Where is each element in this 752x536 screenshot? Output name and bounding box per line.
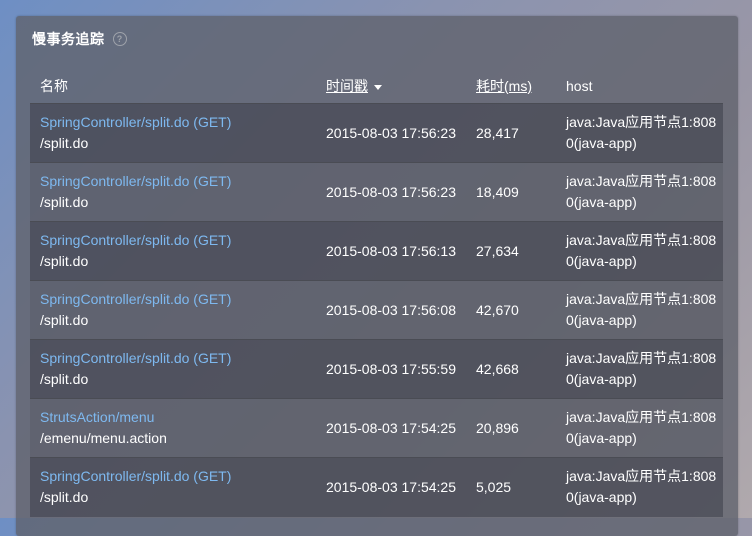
transaction-name-cell: SpringController/split.do (GET) /split.do <box>30 281 316 340</box>
duration-cell: 5,025 <box>476 478 512 495</box>
transaction-name-cell: SpringController/split.do (GET) /split.do <box>30 458 316 517</box>
table-row: SpringController/split.do (GET) /split.do… <box>30 280 723 340</box>
host-cell: java:Java应用节点1:8080(java-app) <box>566 291 717 328</box>
transaction-link[interactable]: SpringController/split.do (GET) <box>40 289 316 310</box>
sort-desc-icon <box>374 84 382 90</box>
timestamp-cell: 2015-08-03 17:54:25 <box>326 478 456 495</box>
timestamp-cell: 2015-08-03 17:54:25 <box>326 419 456 436</box>
timestamp-cell: 2015-08-03 17:55:59 <box>326 360 456 377</box>
transaction-link[interactable]: SpringController/split.do (GET) <box>40 466 316 487</box>
duration-cell: 28,417 <box>476 124 519 141</box>
column-header-timestamp[interactable]: 时间戳 <box>316 69 466 104</box>
table-header-row: 名称 时间戳 耗时(ms) host <box>30 69 723 104</box>
question-circle-icon[interactable]: ? <box>112 32 127 46</box>
transaction-path: /split.do <box>40 135 89 151</box>
duration-cell: 27,634 <box>476 242 519 259</box>
table-row: SpringController/split.do (GET) /split.do… <box>30 457 723 517</box>
transaction-name-cell: SpringController/split.do (GET) /split.do <box>30 222 316 281</box>
transaction-link[interactable]: StrutsAction/menu <box>40 407 316 428</box>
duration-cell: 20,896 <box>476 419 519 436</box>
slow-transactions-panel: 慢事务追踪 ? 名称 时间戳 耗时(ms) host SpringControl… <box>16 16 738 536</box>
transaction-link[interactable]: SpringController/split.do (GET) <box>40 171 316 192</box>
column-header-name: 名称 <box>40 78 68 94</box>
host-cell: java:Java应用节点1:8080(java-app) <box>566 173 717 210</box>
host-cell: java:Java应用节点1:8080(java-app) <box>566 468 717 506</box>
panel-title: 慢事务追踪 <box>32 31 105 47</box>
timestamp-cell: 2015-08-03 17:56:23 <box>326 183 456 200</box>
transaction-name-cell: SpringController/split.do (GET) /split.do <box>30 340 316 399</box>
column-header-host: host <box>566 78 593 94</box>
transaction-path: /split.do <box>40 312 89 328</box>
host-cell: java:Java应用节点1:8080(java-app) <box>566 114 717 151</box>
transaction-path: /split.do <box>40 489 89 506</box>
transaction-path: /emenu/menu.action <box>40 430 167 446</box>
transaction-link[interactable]: SpringController/split.do (GET) <box>40 348 316 369</box>
transaction-path: /split.do <box>40 253 89 269</box>
transaction-name-cell: StrutsAction/menu/emenu/menu.action <box>30 399 316 458</box>
panel-header: 慢事务追踪 ? <box>32 28 127 50</box>
table-row: SpringController/split.do (GET) /split.do… <box>30 221 723 281</box>
duration-cell: 42,670 <box>476 301 519 318</box>
transaction-link[interactable]: SpringController/split.do (GET) <box>40 230 316 251</box>
host-cell: java:Java应用节点1:8080(java-app) <box>566 232 717 269</box>
table-row: SpringController/split.do (GET) /split.do… <box>30 162 723 222</box>
duration-cell: 42,668 <box>476 360 519 377</box>
transaction-name-cell: SpringController/split.do (GET) /split.do <box>30 163 316 222</box>
table-row: StrutsAction/menu/emenu/menu.action 2015-… <box>30 398 723 458</box>
host-cell: java:Java应用节点1:8080(java-app) <box>566 350 717 387</box>
transaction-path: /split.do <box>40 371 89 387</box>
transaction-link[interactable]: SpringController/split.do (GET) <box>40 112 316 133</box>
slow-transactions-table: 名称 时间戳 耗时(ms) host SpringController/spli… <box>30 69 723 517</box>
transaction-name-cell: SpringController/split.do (GET) /split.do <box>30 104 316 163</box>
timestamp-cell: 2015-08-03 17:56:13 <box>326 242 456 259</box>
table-row: SpringController/split.do (GET) /split.do… <box>30 103 723 163</box>
table-row: SpringController/split.do (GET) /split.do… <box>30 339 723 399</box>
host-cell: java:Java应用节点1:8080(java-app) <box>566 409 717 446</box>
timestamp-cell: 2015-08-03 17:56:08 <box>326 301 456 318</box>
timestamp-cell: 2015-08-03 17:56:23 <box>326 124 456 141</box>
duration-cell: 18,409 <box>476 183 519 200</box>
transaction-path: /split.do <box>40 194 89 210</box>
column-header-duration[interactable]: 耗时(ms) <box>466 69 556 104</box>
